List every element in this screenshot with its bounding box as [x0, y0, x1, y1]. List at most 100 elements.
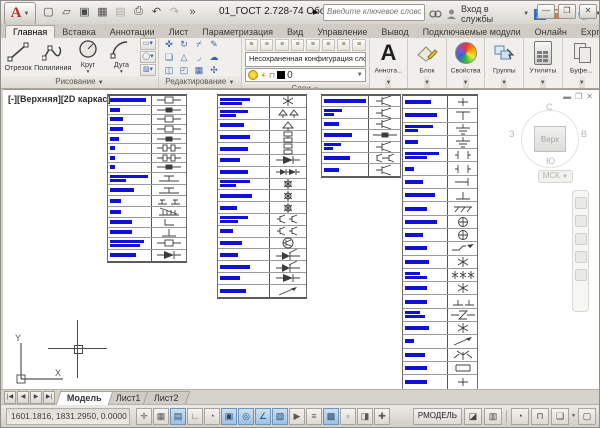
panel-groups[interactable]: Группы ▼ [485, 38, 524, 88]
viewport-controls-label[interactable]: [-][Верхняя][2D каркас] [8, 94, 110, 104]
toggle-transparency[interactable]: ▩ [323, 408, 339, 425]
doc-restore-icon[interactable]: ❐ [575, 93, 582, 101]
prev-layout-icon[interactable]: ◀ [17, 391, 29, 404]
viewcube[interactable]: С Ю З В Верх [515, 104, 585, 174]
doc-minimize-icon[interactable]: ▬ [563, 93, 571, 101]
panel-annotation[interactable]: A Аннота... ▼ [370, 38, 409, 88]
toggle-grid[interactable]: ▤ [170, 408, 186, 425]
chevron-down-icon[interactable]: ▼ [523, 11, 529, 17]
panel-block[interactable]: Блок ▼ [408, 38, 447, 88]
stretch-button[interactable]: ◫ [162, 64, 176, 76]
mirror-button[interactable]: △ [177, 51, 191, 63]
plot-icon[interactable]: ▤ [113, 4, 128, 19]
close-button[interactable]: ✕ [579, 4, 597, 19]
panel-properties[interactable]: Свойства ▼ [447, 38, 486, 88]
open-icon[interactable]: ▱ [59, 4, 74, 19]
toggle-selection-cycling[interactable]: ◨ [357, 408, 373, 425]
tab-Главная[interactable]: Главная [5, 25, 55, 38]
panel-clipboard[interactable]: Буфе... ▼ [563, 38, 600, 88]
viewcube-south[interactable]: Ю [546, 156, 555, 166]
new-file-icon[interactable]: ▢ [41, 4, 56, 19]
isolate-objects-icon[interactable]: ❏ [551, 408, 569, 425]
circle-button[interactable]: Круг▼ [71, 39, 104, 75]
tab-Онлайн[interactable]: Онлайн [528, 26, 574, 38]
showmotion-icon[interactable] [575, 269, 587, 281]
arc-button[interactable]: Дуга▼ [105, 39, 138, 75]
customize-icon[interactable]: » [185, 4, 200, 19]
search-box[interactable] [323, 4, 425, 21]
doc-close-icon[interactable]: ✕ [586, 93, 593, 101]
toggle-ortho[interactable]: ∟ [187, 408, 203, 425]
undo-icon[interactable]: ↶ [149, 4, 164, 19]
layer-lock-icon[interactable]: ≡ [306, 39, 319, 51]
layer-freeze-icon[interactable]: ≡ [291, 39, 304, 51]
panel-title-modify[interactable]: Редактирование ▼ [159, 76, 241, 88]
move-button[interactable]: ✜ [162, 38, 176, 50]
layer-state-icon[interactable]: ≡ [352, 39, 365, 51]
ellipse-button[interactable]: ◯▾ [140, 51, 156, 63]
layout-tab-Лист2[interactable]: Лист2 [143, 391, 190, 405]
panel-title-draw[interactable]: Рисование ▼ [1, 76, 158, 88]
erase-button[interactable]: ✎ [207, 38, 221, 50]
viewcube-top-face[interactable]: Верх [534, 126, 566, 152]
hatch-button[interactable]: ▨▾ [140, 64, 156, 76]
orbit-icon[interactable] [575, 251, 587, 263]
layer-combo[interactable]: ☀ ⊓ 0 ▼ [245, 68, 366, 82]
fillet-button[interactable]: ◞ [192, 51, 206, 63]
polyline-button[interactable]: Полилиния [34, 42, 71, 72]
next-layout-icon[interactable]: ▶ [30, 391, 42, 404]
cloud-button[interactable]: ☁ [207, 51, 221, 63]
pan-icon[interactable] [575, 215, 587, 227]
quickview-layouts-icon[interactable]: ▥ [484, 408, 502, 425]
model-space-icon[interactable]: ◪ [464, 408, 482, 425]
rotate-button[interactable]: ↻ [177, 38, 191, 50]
toggle-lineweight[interactable]: ≡ [306, 408, 322, 425]
save-as-icon[interactable]: ▦ [95, 4, 110, 19]
navigation-bar[interactable] [572, 190, 589, 312]
layer-prev-icon[interactable]: ≡ [337, 39, 350, 51]
binoculars-search-icon[interactable] [429, 6, 442, 23]
last-layout-icon[interactable]: ▶| [43, 391, 55, 404]
steering-wheel-icon[interactable] [575, 197, 587, 209]
toggle-otrack[interactable]: ∠ [255, 408, 271, 425]
print-icon[interactable]: ⎙ [131, 4, 146, 19]
rectangle-button[interactable]: ▭▾ [140, 38, 156, 50]
zoom-icon[interactable] [575, 233, 587, 245]
lock-ui-icon[interactable]: ⊓ [531, 408, 549, 425]
drawing-canvas[interactable]: [-][Верхняя][2D каркас] ▬ ❐ ✕ С Ю З В Ве… [3, 89, 599, 390]
array-button[interactable]: ▦ [192, 64, 206, 76]
panel-title-layers[interactable]: Слои ▼ [242, 83, 369, 88]
tab-Вывод[interactable]: Вывод [374, 26, 415, 38]
toggle-polar[interactable]: ◔ [204, 408, 220, 425]
sign-in-button[interactable]: Вход в службы [461, 4, 518, 24]
trim-button[interactable]: ⌿ [192, 38, 206, 50]
explode-button[interactable]: ✣ [207, 64, 221, 76]
line-button[interactable]: Отрезок [1, 42, 34, 72]
tab-Вставка[interactable]: Вставка [55, 26, 102, 38]
viewcube-east[interactable]: В [581, 129, 587, 139]
toggle-dyn[interactable]: ▶ [289, 408, 305, 425]
wcs-menu[interactable]: МСК ▼ [538, 170, 573, 183]
restore-button[interactable]: ❐ [558, 4, 576, 19]
toggle-annotation-monitor[interactable]: ✚ [374, 408, 390, 425]
copy-button[interactable]: ❏ [162, 51, 176, 63]
layer-match-icon[interactable]: ≡ [322, 39, 335, 51]
clean-screen-icon[interactable]: ▢ [578, 408, 596, 425]
layer-state-combo[interactable]: Несохраненная конфигурация сло▼ [245, 52, 366, 67]
tab-Аннотации[interactable]: Аннотации [103, 26, 162, 38]
viewcube-west[interactable]: З [509, 129, 514, 139]
tab-Подключаемые модули[interactable]: Подключаемые модули [416, 26, 528, 38]
tab-Управление[interactable]: Управление [310, 26, 374, 38]
annotation-scale-sync-icon[interactable]: ◔ [511, 408, 529, 425]
search-input[interactable] [324, 5, 424, 18]
toggle-snap[interactable]: ▦ [153, 408, 169, 425]
toggle-osnap-3d[interactable]: ◎ [238, 408, 254, 425]
tab-Параметризация[interactable]: Параметризация [195, 26, 280, 38]
chevron-down-icon[interactable]: ▼ [571, 413, 576, 419]
redo-icon[interactable]: ↷ [167, 4, 182, 19]
panel-utilities[interactable]: Утилиты ▼ [524, 38, 563, 88]
save-icon[interactable]: ▣ [77, 4, 92, 19]
layer-isolate-icon[interactable]: ≡ [275, 39, 288, 51]
layout-tab-Модель[interactable]: Модель [56, 391, 113, 405]
toggle-quick-properties[interactable]: ▫ [340, 408, 356, 425]
